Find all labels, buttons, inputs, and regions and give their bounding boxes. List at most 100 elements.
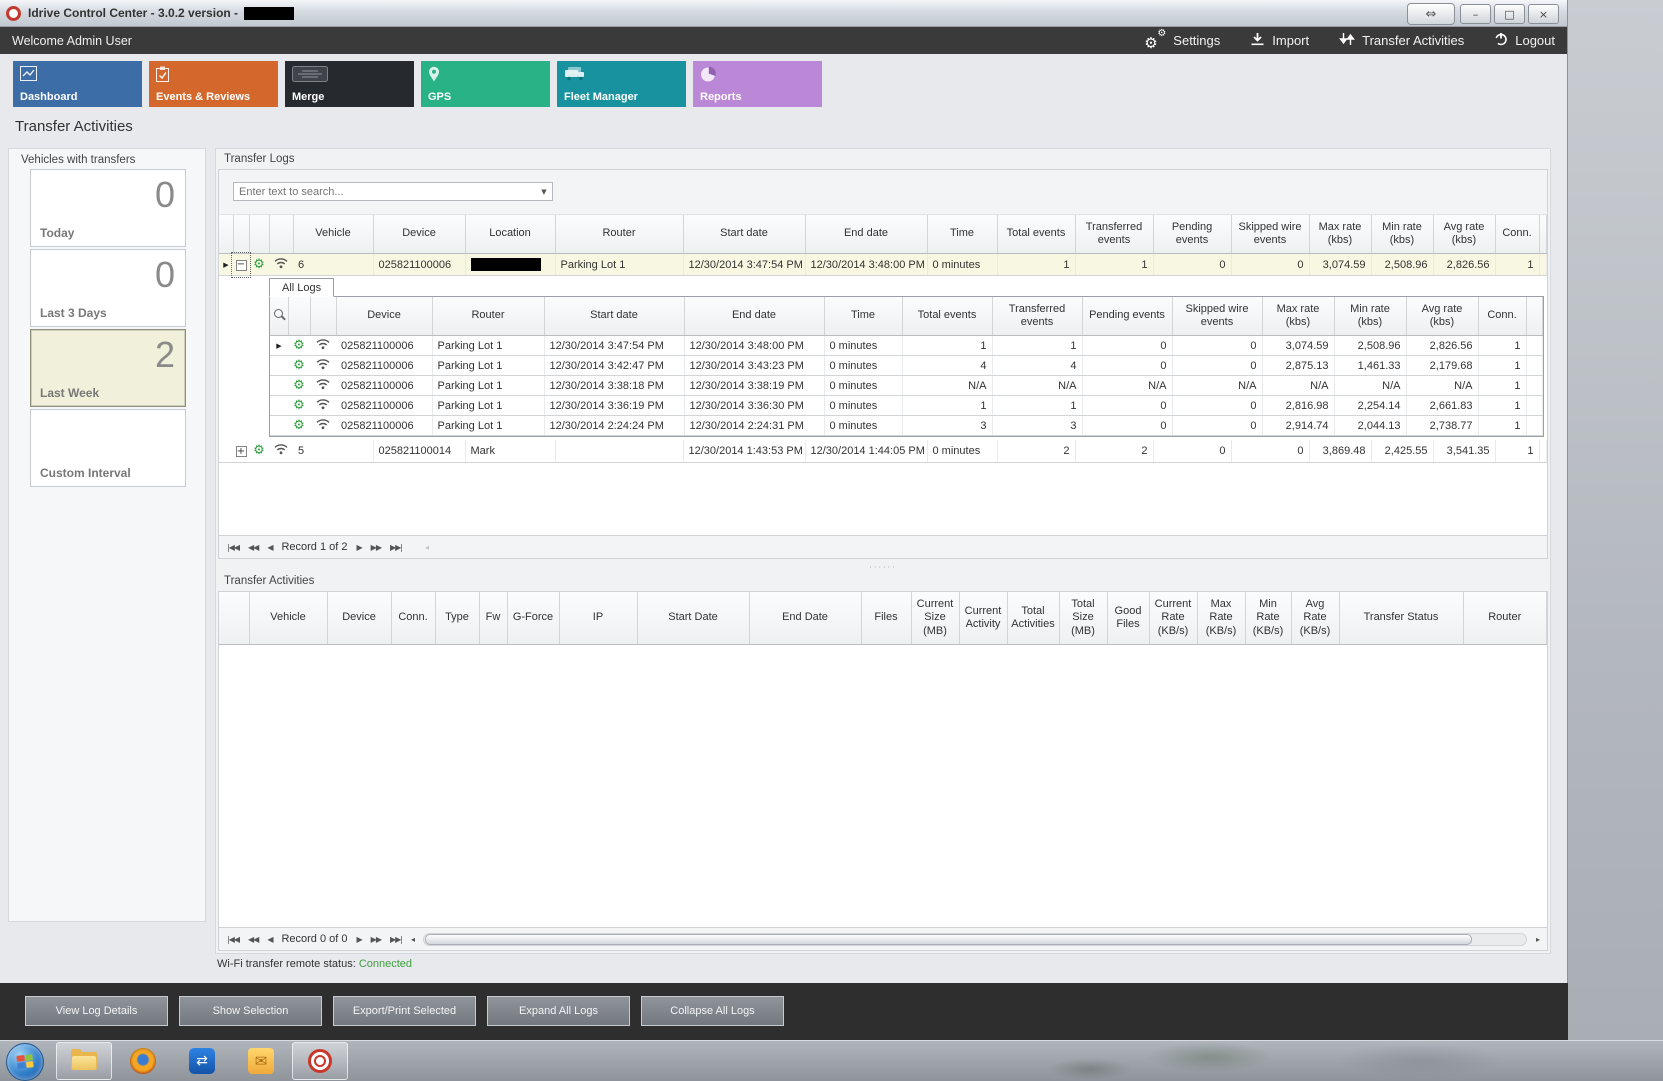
nav-tile-fleet-manager[interactable]: Fleet Manager (557, 61, 686, 107)
collapse-row-toggle[interactable]: − (233, 254, 249, 276)
title-bar[interactable]: Idrive Control Center - 3.0.2 version - … (0, 0, 1567, 27)
column-header[interactable]: Conn. (1495, 215, 1539, 254)
nav-tile-dashboard[interactable]: Dashboard (13, 61, 142, 107)
column-header[interactable]: Location (465, 215, 555, 254)
column-header[interactable]: Skipped wire events (1172, 297, 1262, 336)
column-header[interactable]: Start Date (637, 592, 749, 645)
column-header[interactable]: Conn. (1478, 297, 1526, 336)
column-header[interactable]: End date (805, 215, 927, 254)
maximize-button[interactable]: □ (1494, 4, 1525, 24)
column-header[interactable]: Current Activity (959, 592, 1007, 645)
transfer-activities-button[interactable]: Transfer Activities (1339, 32, 1464, 49)
prev-page-button[interactable]: ◀◀ (248, 543, 258, 552)
column-header[interactable]: Total Activities (1007, 592, 1059, 645)
column-header[interactable]: Transfer Status (1339, 592, 1463, 645)
filter-card-today[interactable]: 0 Today (30, 169, 186, 247)
column-header[interactable]: Router (432, 297, 544, 336)
scroll-right-button[interactable]: ▸ (1536, 935, 1539, 944)
last-record-button[interactable]: ▶▶| (390, 543, 402, 552)
next-page-button[interactable]: ▶▶ (371, 543, 381, 552)
prev-record-button[interactable]: ◀ (267, 935, 272, 944)
column-header[interactable]: Current Rate (KB/s) (1149, 592, 1197, 645)
column-header[interactable]: Pending events (1082, 297, 1172, 336)
scroll-left-icon[interactable]: ◂ (425, 543, 428, 552)
column-header[interactable]: G-Force (507, 592, 559, 645)
scrollbar-thumb[interactable] (425, 934, 1472, 945)
expand-row-toggle[interactable]: + (233, 440, 249, 462)
search-input[interactable] (234, 186, 536, 198)
first-record-button[interactable]: |◀◀ (227, 543, 239, 552)
first-record-button[interactable]: |◀◀ (227, 935, 239, 944)
column-header[interactable]: Type (435, 592, 479, 645)
taskbar-explorer-button[interactable] (56, 1042, 112, 1080)
column-header[interactable]: Total events (997, 215, 1075, 254)
minimize-button[interactable]: – (1460, 4, 1491, 24)
column-header[interactable]: Min rate (kbs) (1334, 297, 1406, 336)
column-header[interactable]: Good Files (1107, 592, 1149, 645)
column-header[interactable]: Device (336, 297, 432, 336)
column-header[interactable]: Fw (479, 592, 507, 645)
column-header[interactable]: Time (927, 215, 997, 254)
view-log-details-button[interactable]: View Log Details (25, 996, 168, 1026)
column-header[interactable]: Start date (683, 215, 805, 254)
column-header[interactable]: Max rate (kbs) (1262, 297, 1334, 336)
search-combo[interactable]: ▼ (233, 182, 553, 201)
search-icon[interactable] (274, 309, 283, 318)
dropdown-arrow-icon[interactable]: ▼ (536, 188, 552, 196)
nav-tile-reports[interactable]: Reports (693, 61, 822, 107)
column-header[interactable]: Vehicle (293, 215, 373, 254)
column-header[interactable]: Files (861, 592, 911, 645)
column-header[interactable]: Min Rate (KB/s) (1245, 592, 1291, 645)
column-header[interactable]: Device (373, 215, 465, 254)
nav-tile-merge[interactable]: Merge (285, 61, 414, 107)
column-header[interactable]: Avg Rate (KB/s) (1291, 592, 1339, 645)
column-header[interactable]: Conn. (391, 592, 435, 645)
column-header[interactable]: End date (684, 297, 824, 336)
show-selection-button[interactable]: Show Selection (179, 996, 322, 1026)
column-header[interactable]: Pending events (1153, 215, 1231, 254)
filter-card-last-3-days[interactable]: 0 Last 3 Days (30, 249, 186, 327)
filter-card-last-week[interactable]: 2 Last Week (30, 329, 186, 407)
import-button[interactable]: Import (1250, 32, 1309, 49)
settings-button[interactable]: ⚙⚙ Settings (1144, 32, 1220, 50)
prev-page-button[interactable]: ◀◀ (248, 935, 258, 944)
column-header[interactable]: Max rate (kbs) (1309, 215, 1371, 254)
column-header[interactable]: Avg rate (kbs) (1433, 215, 1495, 254)
prev-record-button[interactable]: ◀ (267, 543, 272, 552)
taskbar-outlook-button[interactable]: ✉ (233, 1042, 289, 1080)
column-header[interactable]: Vehicle (249, 592, 327, 645)
all-logs-row[interactable]: ▶⚙025821100006Parking Lot 112/30/2014 3:… (270, 336, 1543, 356)
column-header[interactable]: Skipped wire events (1231, 215, 1309, 254)
next-record-button[interactable]: ▶ (357, 543, 362, 552)
column-header[interactable]: IP (559, 592, 637, 645)
horizontal-scrollbar[interactable] (423, 933, 1527, 946)
column-header[interactable]: Device (327, 592, 391, 645)
next-page-button[interactable]: ▶▶ (371, 935, 381, 944)
remote-resize-button[interactable]: ⇔ (1407, 3, 1455, 25)
logout-button[interactable]: Logout (1494, 32, 1555, 49)
column-header[interactable]: Current Size (MB) (911, 592, 959, 645)
nav-tile-events-reviews[interactable]: Events & Reviews (149, 61, 278, 107)
column-header[interactable]: Transferred events (992, 297, 1082, 336)
tab-all-logs[interactable]: All Logs (269, 278, 334, 297)
last-record-button[interactable]: ▶▶| (390, 935, 402, 944)
column-header[interactable]: Total Size (MB) (1059, 592, 1107, 645)
column-header[interactable]: Avg rate (kbs) (1406, 297, 1478, 336)
taskbar-firefox-button[interactable] (115, 1042, 171, 1080)
column-header[interactable]: Transferred events (1075, 215, 1153, 254)
export-print-selected-button[interactable]: Export/Print Selected (333, 996, 476, 1026)
filter-card-custom-interval[interactable]: Custom Interval (30, 409, 186, 487)
all-logs-row[interactable]: ⚙025821100006Parking Lot 112/30/2014 3:3… (270, 376, 1543, 396)
next-record-button[interactable]: ▶ (357, 935, 362, 944)
scroll-left-button[interactable]: ◂ (411, 935, 414, 944)
column-header[interactable]: End Date (749, 592, 861, 645)
transfer-log-row[interactable]: ▶ − ⚙ 6 025821100006 Parking Lot 1 12/30… (219, 254, 1547, 276)
nav-tile-gps[interactable]: GPS (421, 61, 550, 107)
all-logs-row[interactable]: ⚙025821100006Parking Lot 112/30/2014 2:2… (270, 416, 1543, 436)
all-logs-row[interactable]: ⚙025821100006Parking Lot 112/30/2014 3:4… (270, 356, 1543, 376)
taskbar-idrive-button[interactable] (292, 1042, 348, 1080)
panel-splitter[interactable]: ······ (218, 563, 1548, 573)
transfer-log-row[interactable]: + ⚙ 5 025821100014 Mark 12/30/2014 1:43:… (219, 440, 1547, 462)
taskbar-teamviewer-button[interactable]: ⇄ (174, 1042, 230, 1080)
column-header[interactable]: Router (1463, 592, 1547, 645)
